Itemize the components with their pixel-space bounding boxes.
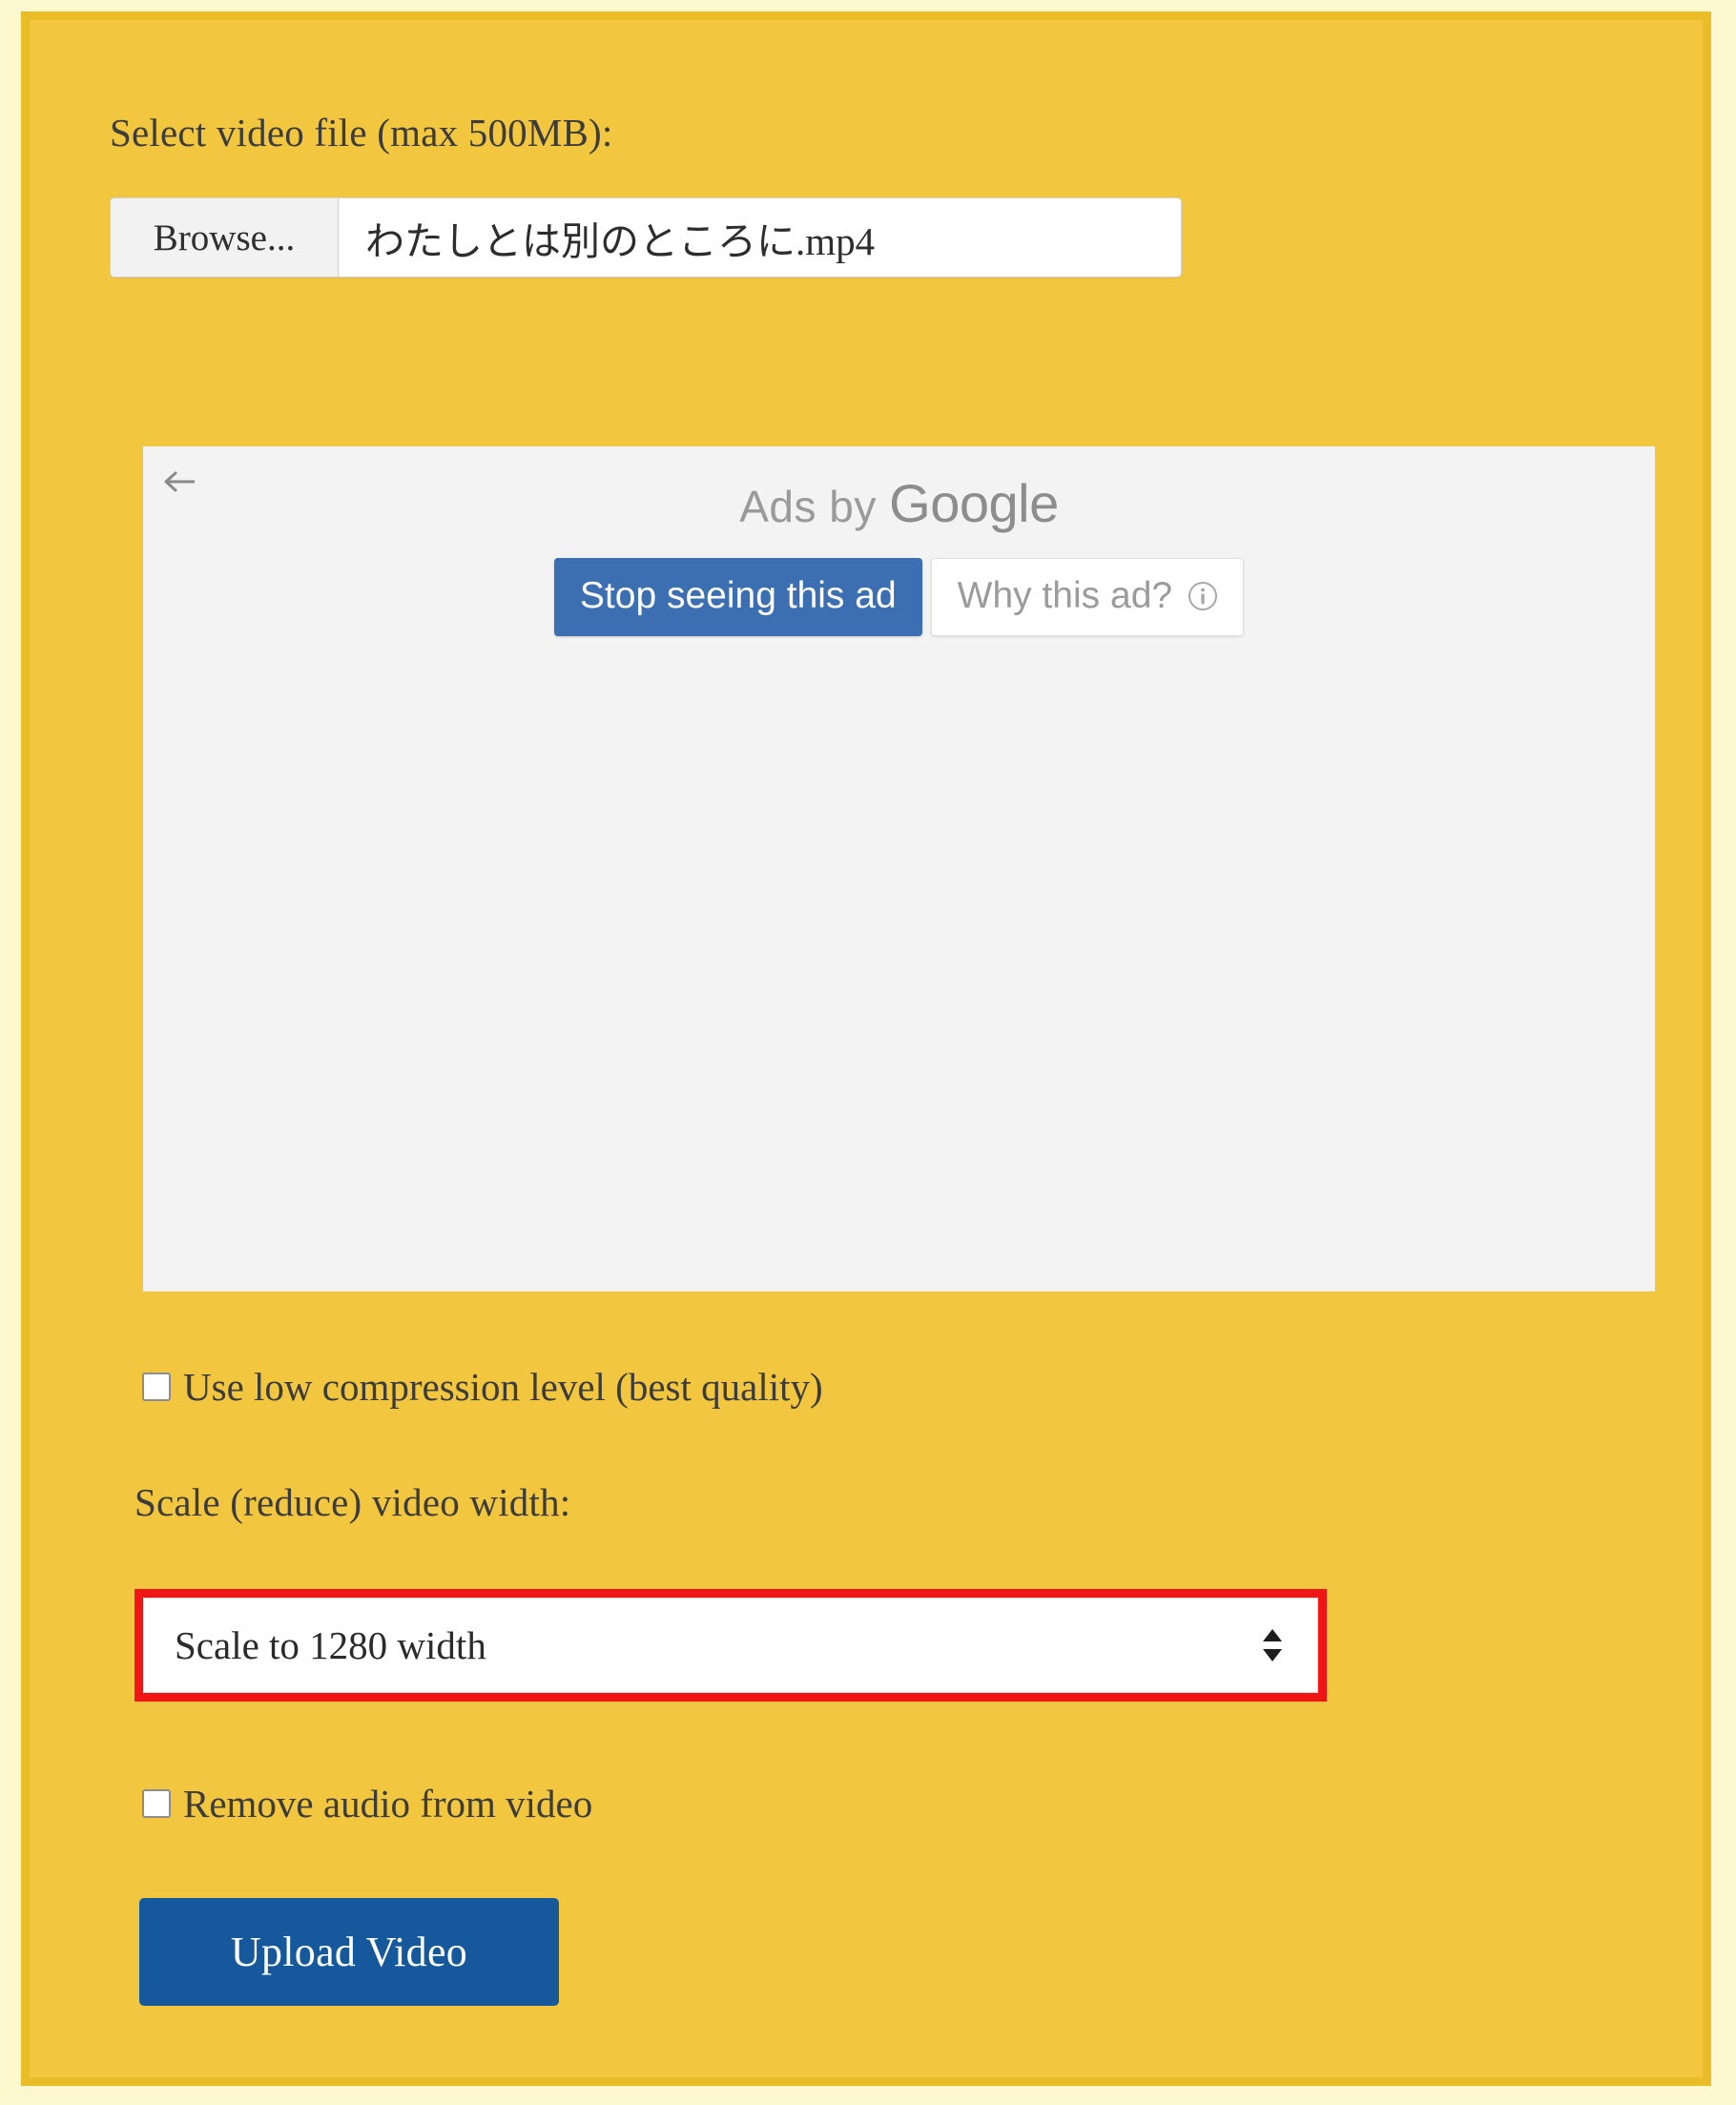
- select-video-file-label: Select video file (max 500MB):: [110, 111, 613, 155]
- stop-seeing-this-ad-button[interactable]: Stop seeing this ad: [553, 558, 922, 636]
- scale-width-select[interactable]: Scale to 1280 width: [143, 1598, 1318, 1693]
- why-this-ad-label: Why this ad?: [957, 575, 1173, 616]
- scale-video-width-label: Scale (reduce) video width:: [134, 1480, 571, 1524]
- ad-actions: Stop seeing this ad Why this ad?: [143, 558, 1655, 636]
- browse-button[interactable]: Browse...: [111, 198, 339, 277]
- remove-audio-checkbox[interactable]: [142, 1789, 171, 1818]
- ads-by-google-label: Ads by Google: [143, 469, 1655, 539]
- file-input-row[interactable]: Browse... わたしとは別のところに.mp4: [110, 197, 1182, 278]
- ads-by-text: Ads by: [739, 482, 877, 531]
- upload-form-panel: Select video file (max 500MB): Browse...…: [21, 11, 1711, 2086]
- upload-form-content: Select video file (max 500MB): Browse...…: [30, 20, 1703, 2077]
- scale-width-selected-value: Scale to 1280 width: [175, 1623, 486, 1667]
- select-updown-chevron-icon[interactable]: [1260, 1626, 1317, 1664]
- remove-audio-checkbox-row[interactable]: Remove audio from video: [142, 1781, 592, 1826]
- low-compression-checkbox-row[interactable]: Use low compression level (best quality): [142, 1364, 823, 1410]
- upload-video-button[interactable]: Upload Video: [139, 1898, 559, 2006]
- google-brand-text: Google: [889, 473, 1059, 533]
- low-compression-label: Use low compression level (best quality): [183, 1365, 823, 1409]
- info-icon: [1188, 582, 1218, 610]
- low-compression-checkbox[interactable]: [142, 1372, 171, 1401]
- remove-audio-label: Remove audio from video: [183, 1782, 593, 1826]
- why-this-ad-button[interactable]: Why this ad?: [930, 558, 1245, 636]
- google-ad-panel: Ads by Google Stop seeing this ad Why th…: [143, 446, 1655, 1291]
- scale-select-highlight: Scale to 1280 width: [134, 1589, 1327, 1702]
- selected-file-name: わたしとは別のところに.mp4: [339, 198, 1181, 277]
